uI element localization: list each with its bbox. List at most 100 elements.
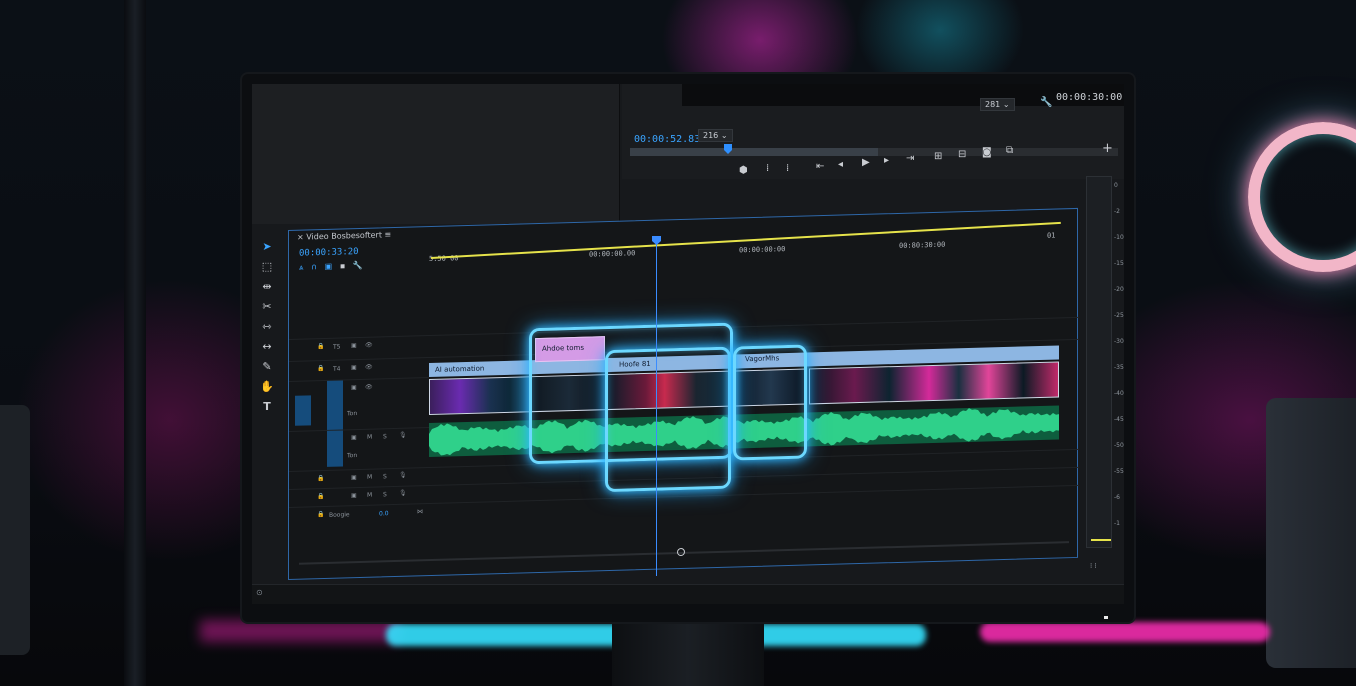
led-strip-purple xyxy=(200,620,400,642)
program-scrub-bar[interactable] xyxy=(630,148,1118,156)
track-header-v3[interactable]: 🔒 T5 ▣ 👁 xyxy=(289,335,429,357)
track-header-master[interactable]: 🔒 Boogie 0.0 ⋈ xyxy=(289,503,429,525)
step-forward-icon[interactable]: ▸ xyxy=(884,156,889,166)
tools-panel: ➤ ⬚ ⇹ ✂ ⇿ ↔ ✎ ✋ T xyxy=(252,234,282,434)
pen-tool-icon[interactable]: ✎ xyxy=(260,360,274,374)
meter-solo-icon[interactable]: ⁞ ⁞ xyxy=(1090,562,1097,570)
mute-button[interactable]: M xyxy=(367,492,372,499)
eye-icon[interactable]: 👁 xyxy=(365,384,373,391)
meter-scale-label: -25 xyxy=(1114,312,1124,319)
hand-tool-icon[interactable]: ✋ xyxy=(260,380,274,394)
track-header-v1[interactable]: ▣ 👁 Ton xyxy=(289,377,429,431)
linked-selection-icon[interactable]: ∩ xyxy=(311,262,317,271)
ripple-edit-tool-icon[interactable]: ⇹ xyxy=(260,280,274,294)
selection-tool-icon[interactable]: ➤ xyxy=(260,240,274,254)
extract-icon[interactable]: ⊟ xyxy=(958,150,966,160)
microphone-icon[interactable]: 🎙 xyxy=(399,472,407,479)
eye-icon[interactable]: 👁 xyxy=(365,342,373,349)
track-header-v2[interactable]: 🔒 T4 ▣ 👁 xyxy=(289,357,429,379)
meter-scale-label: -30 xyxy=(1114,338,1124,345)
scrollbar-handle[interactable] xyxy=(677,547,685,557)
status-icon[interactable]: ⊙ xyxy=(256,588,263,597)
timeline-panel[interactable]: × Video Bosbesoftert ≡ 00:00:33:20 ⩓ ∩ ▣… xyxy=(288,207,1079,581)
master-end-icon[interactable]: ⋈ xyxy=(417,508,423,515)
lock-icon[interactable]: 🔒 xyxy=(317,511,324,518)
marker-flag-icon[interactable]: ▪ xyxy=(340,261,345,270)
sync-icon[interactable]: ▣ xyxy=(351,384,357,391)
razor-tool-icon[interactable]: ✂ xyxy=(260,300,274,314)
meter-scale-label: -20 xyxy=(1114,286,1124,293)
lock-icon[interactable]: 🔒 xyxy=(317,343,324,350)
go-to-in-icon[interactable]: ⇤ xyxy=(816,162,824,172)
compare-icon[interactable]: ⧉ xyxy=(1006,146,1013,156)
slip-tool-icon[interactable]: ⇿ xyxy=(260,320,274,334)
meter-scale-label: -6 xyxy=(1114,494,1120,501)
resolution-select[interactable]: 281 ⌄ xyxy=(980,98,1015,111)
track-label: T4 xyxy=(333,365,341,373)
target-v1[interactable] xyxy=(327,380,343,431)
zoom-select[interactable]: 216 ⌄ xyxy=(698,129,733,142)
program-monitor-panel[interactable]: 00:00:52.83 216 ⌄ 281 ⌄ 🔧 00:00:30:00 ⬢ … xyxy=(622,84,1124,179)
meter-scale-label: -35 xyxy=(1114,364,1124,371)
timeline-title-text: Video Bosbesoftert xyxy=(306,230,382,242)
solo-button[interactable]: S xyxy=(383,491,387,498)
track-label: Ton xyxy=(347,410,358,418)
mark-in-icon[interactable]: ⁞ xyxy=(766,164,769,174)
track-label: T5 xyxy=(333,343,341,351)
lock-icon[interactable]: 🔒 xyxy=(317,475,324,482)
mark-out-icon[interactable]: ⁞ xyxy=(786,164,789,174)
track-header-a1[interactable]: ▣ M S 🎙 Ton xyxy=(289,427,429,467)
play-icon[interactable]: ▶ xyxy=(862,158,870,168)
microphone-icon[interactable]: 🎙 xyxy=(399,490,407,497)
resolution-select-value: 281 xyxy=(985,100,1001,109)
video-clip-5[interactable] xyxy=(809,361,1059,405)
microphone-icon[interactable]: 🎙 xyxy=(399,432,407,439)
track-select-tool-icon[interactable]: ⬚ xyxy=(260,260,274,274)
master-volume[interactable]: 0.0 xyxy=(379,510,389,517)
lift-icon[interactable]: ⊞ xyxy=(934,152,942,162)
ring-light xyxy=(1248,122,1356,272)
wrench-icon[interactable]: 🔧 xyxy=(1040,98,1052,108)
audio-meter: 0 -2 -10 -15 -20 -25 -30 -35 -40 -45 -50 -55 -6 -1 ⁞ … xyxy=(1084,176,1124,576)
settings-wrench-icon[interactable]: 🔧 xyxy=(353,261,363,270)
lock-icon[interactable]: 🔒 xyxy=(317,493,324,500)
type-tool-icon[interactable]: T xyxy=(260,400,274,414)
solo-button[interactable]: S xyxy=(383,473,387,480)
timeline-title[interactable]: × Video Bosbesoftert ≡ xyxy=(297,230,391,242)
led-strip-pink xyxy=(980,622,1270,642)
go-to-out-icon[interactable]: ⇥ xyxy=(906,154,914,164)
track-label: Ton xyxy=(347,452,358,460)
program-timecode[interactable]: 00:00:52.83 xyxy=(634,134,700,145)
export-frame-icon[interactable]: ◙ xyxy=(982,148,992,158)
sync-icon[interactable]: ▣ xyxy=(351,474,357,481)
mute-button[interactable]: M xyxy=(367,434,372,441)
eye-icon[interactable]: 👁 xyxy=(365,364,373,371)
meter-scale-label: -10 xyxy=(1114,234,1124,241)
sync-icon[interactable]: ▣ xyxy=(351,364,357,371)
add-button[interactable]: + xyxy=(1102,142,1113,155)
source-panel[interactable] xyxy=(252,84,620,224)
meter-scale-label: -45 xyxy=(1114,416,1124,423)
sync-icon[interactable]: ▣ xyxy=(351,492,357,499)
lamp-pole xyxy=(124,0,146,686)
snap-icon[interactable]: ⩓ xyxy=(299,263,304,272)
desk-scene: 00:00:52.83 216 ⌄ 281 ⌄ 🔧 00:00:30:00 ⬢ … xyxy=(0,0,1356,686)
slide-tool-icon[interactable]: ↔ xyxy=(260,340,274,354)
step-back-icon[interactable]: ◂ xyxy=(838,160,843,170)
timeline-timecode[interactable]: 00:00:33:20 xyxy=(299,247,359,259)
add-marker-icon[interactable]: ▣ xyxy=(325,262,333,271)
marker-icon[interactable]: ⬢ xyxy=(739,166,748,176)
timeline-playhead-line[interactable] xyxy=(656,240,657,576)
target-a1[interactable] xyxy=(327,430,343,467)
sync-icon[interactable]: ▣ xyxy=(351,342,357,349)
source-patch-v1[interactable] xyxy=(295,395,311,426)
meter-scale-label: -15 xyxy=(1114,260,1124,267)
video-clip-1[interactable] xyxy=(429,376,531,416)
solo-button[interactable]: S xyxy=(383,433,387,440)
monitor: 00:00:52.83 216 ⌄ 281 ⌄ 🔧 00:00:30:00 ⬢ … xyxy=(242,74,1134,622)
lock-icon[interactable]: 🔒 xyxy=(317,365,324,372)
meter-scale-label: -2 xyxy=(1114,208,1120,215)
track-label: Boogie xyxy=(329,511,350,519)
mute-button[interactable]: M xyxy=(367,474,372,481)
sync-icon[interactable]: ▣ xyxy=(351,434,357,441)
